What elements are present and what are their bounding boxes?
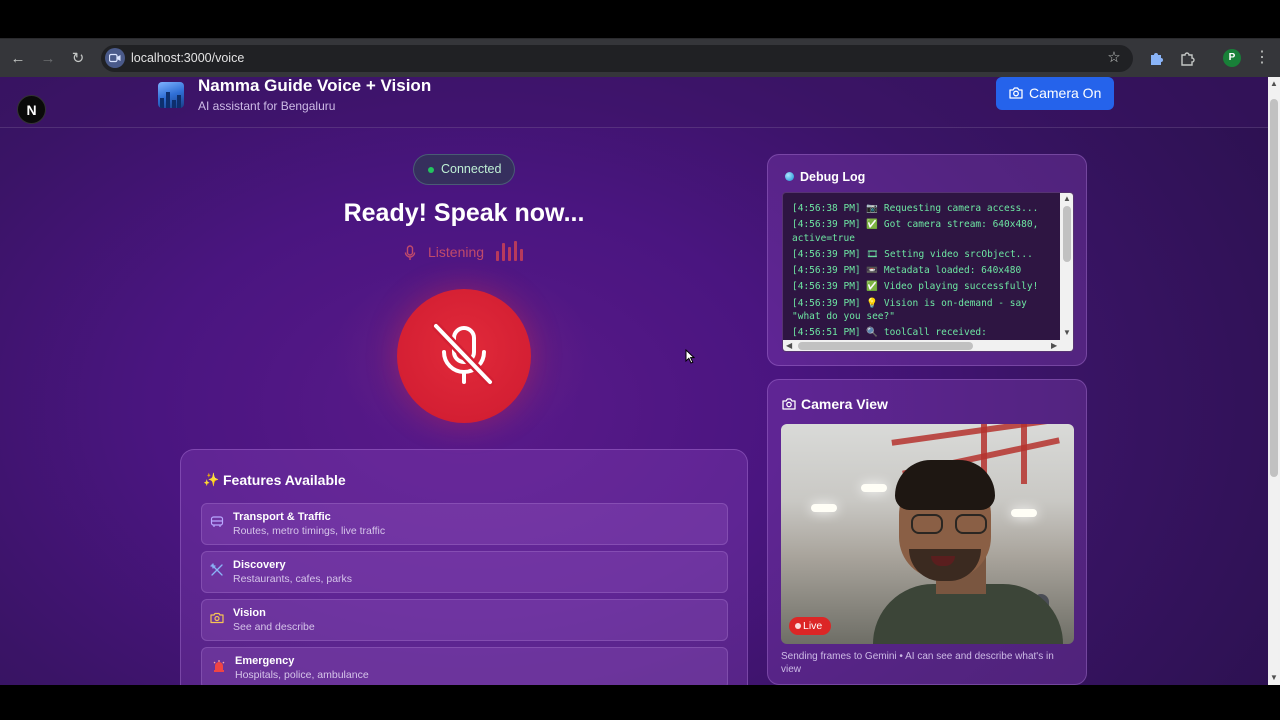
camera-icon [1009,87,1023,99]
feature-vision[interactable]: Vision See and describe [201,599,728,641]
live-dot-icon [795,623,801,629]
browser-tab-strip [0,0,1280,38]
site-camera-icon[interactable] [105,48,125,68]
log-horizontal-thumb[interactable] [798,342,973,350]
scroll-down-icon[interactable]: ▼ [1063,329,1071,337]
camera-icon [782,398,796,410]
bookmark-star-icon[interactable]: ☆ [1105,49,1123,67]
listening-label: Listening [428,244,485,260]
camera-on-label: Camera On [1029,85,1102,101]
microphone-icon [404,245,416,260]
log-line: [4:56:39 PM] 📼 Metadata loaded: 640x480 [792,265,1022,277]
siren-icon [213,660,225,672]
page-scrollbar[interactable]: ▲ ▼ [1268,77,1280,685]
scroll-right-icon[interactable]: ▶ [1051,342,1057,350]
scroll-left-icon[interactable]: ◀ [786,342,792,350]
page-scroll-up-icon[interactable]: ▲ [1270,80,1278,88]
page-scroll-down-icon[interactable]: ▼ [1270,674,1278,682]
mouse-cursor-icon [685,349,695,364]
utensils-icon [210,563,223,576]
debug-log-card: Debug Log [4:56:38 PM] 📷 Requesting came… [767,154,1087,366]
log-line: [4:56:39 PM] ✅ Got camera stream: 640x48… [792,219,1039,244]
camera-on-button[interactable]: Camera On [996,77,1114,110]
app-header: Namma Guide Voice + Vision AI assistant … [0,77,1268,128]
camera-view-card: Camera View Live Sending frames to Gemin… [767,379,1087,685]
debug-log-box[interactable]: [4:56:38 PM] 📷 Requesting camera access.… [782,192,1074,352]
bottom-letterbox [0,685,1280,720]
log-horizontal-scrollbar[interactable]: ◀ ▶ [783,340,1073,351]
feature-transport[interactable]: Transport & Traffic Routes, metro timing… [201,503,728,545]
connection-status-label: Connected [441,162,502,176]
voice-headline: Ready! Speak now... [343,199,585,227]
log-line: [4:56:39 PM] 💡 Vision is on-demand - say… [792,297,1027,323]
sparkles-icon: ✨ [203,472,220,487]
feature-name: Transport & Traffic [233,511,331,523]
feature-name: Discovery [233,559,286,571]
app-title: Namma Guide Voice + Vision [198,77,432,95]
app-subtitle: AI assistant for Bengaluru [198,99,336,113]
magnifier-icon [785,172,794,181]
reload-icon[interactable]: ↻ [67,48,89,70]
mic-toggle-button[interactable] [397,289,531,423]
audio-wave-icon [496,241,528,263]
features-title: Features Available [223,472,346,488]
log-line: [4:56:39 PM] 🎞 Setting video srcObject..… [792,248,1033,260]
features-card: ✨ Features Available Transport & Traffic… [180,449,748,685]
debug-log-title: Debug Log [800,170,866,184]
feature-desc: Hospitals, police, ambulance [235,669,369,681]
feature-emergency[interactable]: Emergency Hospitals, police, ambulance [201,647,728,685]
page-scrollbar-thumb[interactable] [1270,99,1278,477]
log-line: [4:56:38 PM] 📷 Requesting camera access.… [792,203,1039,214]
log-vertical-thumb[interactable] [1063,206,1071,262]
page-viewport: Namma Guide Voice + Vision AI assistant … [0,77,1268,685]
browser-toolbar: ← → ↻ localhost:3000/voice ☆ P ⋮ [0,38,1280,77]
debug-log-lines: [4:56:38 PM] 📷 Requesting camera access.… [792,202,1056,343]
feature-desc: See and describe [233,621,315,633]
camera-video-feed: Live [781,424,1074,644]
url-text[interactable]: localhost:3000/voice [131,51,244,65]
feature-desc: Restaurants, cafes, parks [233,573,353,585]
scroll-up-icon[interactable]: ▲ [1063,195,1071,203]
log-line: [4:56:51 PM] 🔍 toolCall received: [792,327,987,339]
back-icon[interactable]: ← [7,48,29,70]
feature-name: Vision [233,607,266,619]
connection-status-badge: Connected [413,154,515,185]
next-dev-badge[interactable]: N [17,95,46,124]
status-dot-icon [428,167,434,173]
mic-off-icon [432,322,495,387]
camera-view-title: Camera View [801,396,888,412]
camera-icon [210,612,224,624]
live-badge: Live [789,617,831,635]
address-bar[interactable]: localhost:3000/voice ☆ [101,45,1133,72]
profile-avatar[interactable]: P [1223,49,1241,67]
glasses [911,514,991,536]
log-vertical-scrollbar[interactable]: ▲ ▼ [1060,193,1073,340]
feature-name: Emergency [235,655,295,667]
camera-caption: Sending frames to Gemini • AI can see an… [781,651,1054,675]
extension-puzzle-blue-icon[interactable] [1147,49,1167,69]
app-logo [158,82,184,108]
extensions-icon[interactable] [1178,49,1198,69]
feature-discovery[interactable]: Discovery Restaurants, cafes, parks [201,551,728,593]
forward-icon[interactable]: → [37,48,59,70]
feature-desc: Routes, metro timings, live traffic [233,525,386,537]
live-label: Live [803,620,823,632]
bus-icon [210,516,224,527]
screen: ← → ↻ localhost:3000/voice ☆ P ⋮ Namma G… [0,0,1280,720]
log-line: [4:56:39 PM] ✅ Video playing successfull… [792,281,1039,293]
browser-menu-icon[interactable]: ⋮ [1254,48,1270,68]
